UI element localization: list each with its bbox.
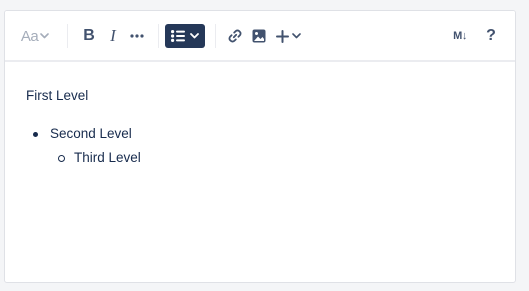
bullet-list: Second Level Third Level [26, 122, 494, 170]
nested-bullet-list: Third Level [50, 146, 494, 170]
chevron-down-icon [291, 33, 301, 39]
editor-content[interactable]: First Level Second Level Third Level [5, 62, 515, 192]
help-button[interactable]: ? [479, 24, 503, 48]
chevron-down-icon [40, 33, 49, 39]
bullet-list-icon [171, 30, 185, 42]
toolbar-separator [67, 24, 68, 48]
insert-menu-button[interactable] [273, 24, 303, 48]
link-icon [227, 28, 243, 44]
list-item-third-level: Third Level [50, 146, 494, 170]
toolbar-separator [158, 24, 159, 48]
text-style-dropdown[interactable]: Aa [17, 24, 53, 48]
markdown-icon: M↓ [453, 30, 467, 42]
link-button[interactable] [223, 24, 247, 48]
list-dropdown-button[interactable] [165, 24, 205, 48]
text-style-label: Aa [20, 27, 39, 45]
image-icon [252, 29, 266, 43]
toolbar-separator [215, 24, 216, 48]
help-icon: ? [486, 27, 496, 44]
more-icon [130, 34, 144, 38]
bold-icon: B [83, 27, 95, 44]
italic-button[interactable]: I [101, 24, 125, 48]
chevron-down-icon [190, 33, 199, 39]
list-item-text: Third Level [74, 150, 141, 165]
more-formatting-button[interactable] [125, 24, 149, 48]
markdown-toggle-button[interactable]: M↓ [448, 24, 472, 48]
plus-icon [275, 29, 289, 43]
paragraph-first-level: First Level [26, 88, 89, 103]
list-item-second-level: Second Level Third Level [26, 122, 494, 170]
italic-icon: I [110, 26, 116, 45]
bold-button[interactable]: B [77, 24, 101, 48]
list-item-text: Second Level [50, 126, 132, 141]
insert-image-button[interactable] [247, 24, 271, 48]
rich-text-editor: Aa B I M↓ ? First Level Second Level Thi… [4, 10, 516, 283]
editor-toolbar: Aa B I M↓ ? [5, 11, 515, 62]
